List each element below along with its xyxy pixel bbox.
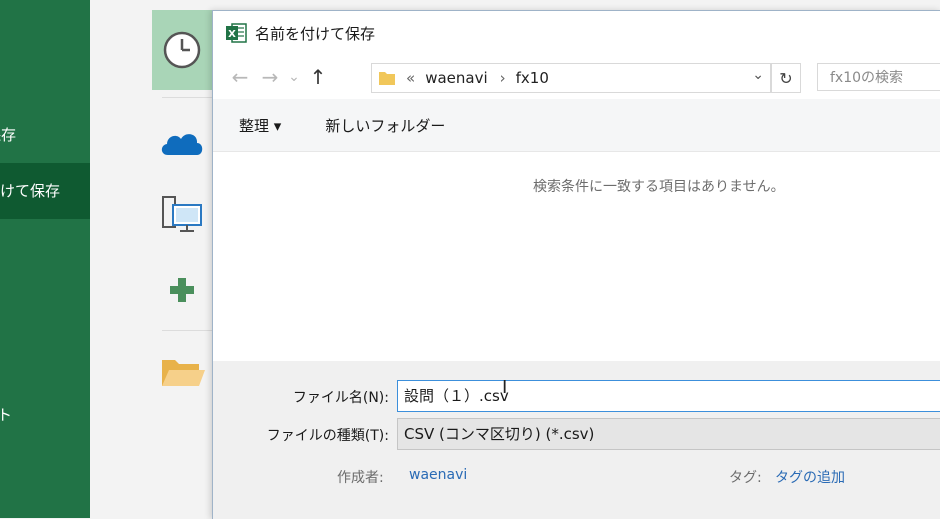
text-cursor-icon: I [502,377,508,398]
place-onedrive[interactable] [152,122,212,162]
save-as-dialog: X 名前を付けて保存 ← → ⌄ ↑ « waenavi › fx10 ⌄ ↻ … [212,10,940,519]
save-options-panel: ファイル名(N): 設問（１）.csv I ファイルの種類(T): CSV (コ… [213,361,940,519]
forward-button[interactable]: → [255,62,285,92]
author-label: 作成者: [337,470,384,486]
back-button[interactable]: ← [225,62,255,92]
sidebar-item-label: ト [0,406,12,424]
sidebar-item-save[interactable]: 保存 [0,107,90,163]
divider [162,330,212,331]
filetype-select[interactable]: CSV (コンマ区切り) (*.csv) [397,418,940,450]
folder-icon [379,72,395,85]
sidebar-item-export[interactable]: ト [0,387,90,443]
this-pc-icon [162,196,202,232]
breadcrumb-separator: › [499,69,506,87]
place-this-pc[interactable] [152,190,212,240]
dialog-titlebar: X 名前を付けて保存 [213,11,940,55]
breadcrumb-overflow[interactable]: « [406,69,415,87]
author-value[interactable]: waenavi [409,467,467,483]
refresh-button[interactable]: ↻ [771,63,801,93]
filename-field[interactable]: 設問（１）.csv [397,380,940,412]
arrow-up-icon: ↑ [309,65,327,89]
empty-message: 検索条件に一致する項目はありません。 [533,179,785,195]
save-locations [90,0,212,518]
refresh-icon: ↻ [779,68,793,88]
browse-folder-icon [162,360,205,386]
breadcrumb-waenavi[interactable]: waenavi [425,69,487,87]
backstage-sidebar: 保存 付けて保存 ト [0,0,90,518]
arrow-right-icon: → [261,65,279,89]
file-list[interactable]: 検索条件に一致する項目はありません。 [213,152,940,361]
organize-menu[interactable]: 整理 ▾ [239,115,281,136]
filetype-label: ファイルの種類(T): [266,428,389,444]
breadcrumb-fx10[interactable]: fx10 [516,69,549,87]
new-folder-button[interactable]: 新しいフォルダー [325,115,445,136]
tags-value[interactable]: タグの追加 [775,467,845,487]
place-recent[interactable] [152,10,212,90]
sidebar-item-save-as[interactable]: 付けて保存 [0,163,90,219]
address-dropdown-icon[interactable]: ⌄ [752,67,764,83]
arrow-left-icon: ← [231,65,249,89]
recent-locations-button[interactable]: ⌄ [285,62,303,92]
command-bar: 整理 ▾ 新しいフォルダー [213,99,940,152]
sidebar-item-label: 保存 [0,126,16,144]
svg-text:X: X [228,29,236,40]
dialog-title: 名前を付けて保存 [255,24,376,43]
address-bar[interactable]: « waenavi › fx10 ⌄ [371,63,771,93]
filename-label: ファイル名(N): [292,390,389,406]
tags-label: タグ: [729,470,762,486]
navigation-bar: ← → ⌄ ↑ « waenavi › fx10 ⌄ ↻ fx10の検索 [213,55,940,99]
place-browse[interactable] [152,352,212,392]
chevron-down-icon: ⌄ [288,69,300,85]
clock-icon [163,31,201,69]
divider [162,97,212,98]
sidebar-item-label: 付けて保存 [0,182,60,200]
add-place-icon [170,278,194,302]
place-add[interactable] [152,272,212,308]
onedrive-cloud-icon [161,134,203,155]
excel-icon: X [225,22,247,44]
search-input[interactable]: fx10の検索 [817,63,940,91]
up-button[interactable]: ↑ [303,62,333,92]
